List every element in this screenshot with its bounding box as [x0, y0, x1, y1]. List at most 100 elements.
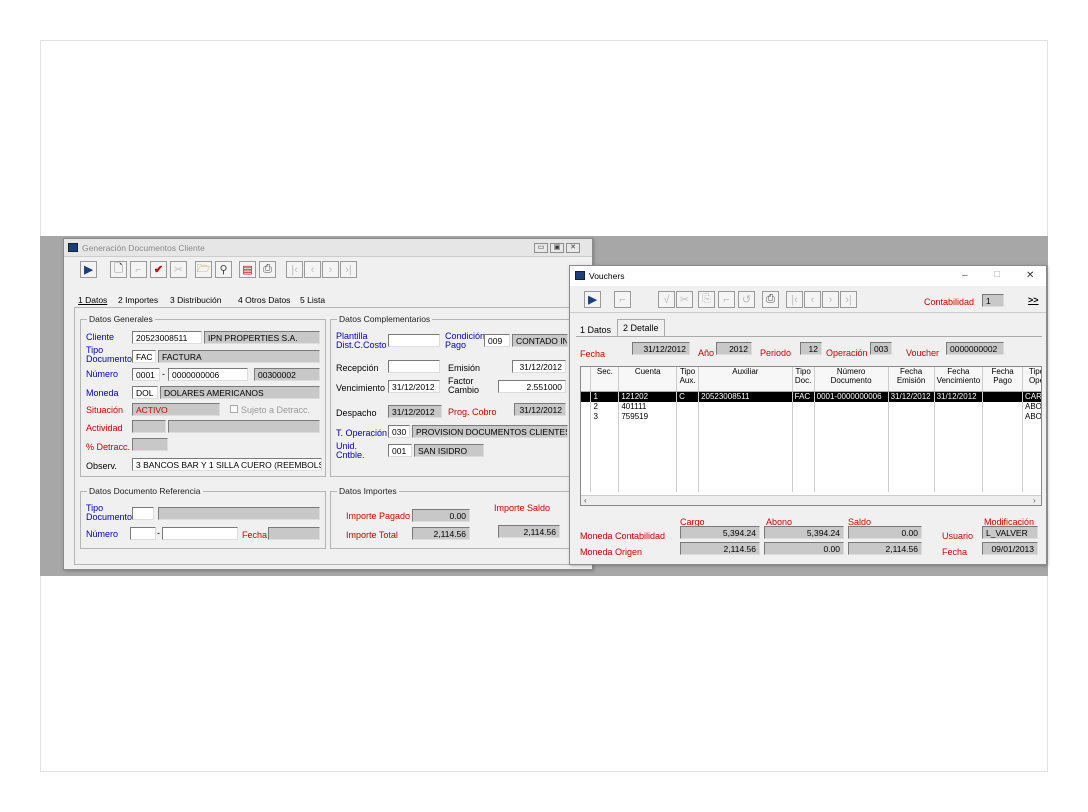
vouchers-close-button[interactable]: ✕ — [1026, 270, 1034, 281]
vouchers-minimize-button[interactable]: – — [962, 270, 968, 281]
sujeto-detracc-checkbox[interactable] — [230, 405, 238, 413]
ref-tipo-code-field[interactable] — [132, 507, 154, 520]
ref-tipo-label: Tipo Documento — [86, 503, 133, 522]
vouchers-cut-icon[interactable]: ✂ — [676, 291, 693, 308]
importe-saldo-label: Importe Saldo — [494, 503, 551, 513]
vouchers-copy-icon[interactable]: ⎘ — [698, 291, 715, 308]
column-header[interactable]: Número Documento — [814, 367, 889, 392]
condicion-code-field[interactable]: 009 — [484, 334, 510, 347]
column-header[interactable]: Tipo Doc. — [792, 367, 815, 392]
factor-cambio-field[interactable]: 2.551000 — [498, 380, 566, 393]
tab-importes[interactable]: 2 Importes — [118, 295, 158, 305]
vouchers-tab-detalle[interactable]: 2 Detalle — [623, 323, 659, 333]
table-row[interactable]: 1 121202 C 20523008511 FAC 0001-00000000… — [581, 391, 1041, 402]
previous-record-icon[interactable]: ‹ — [304, 261, 321, 278]
column-header[interactable]: Cuenta — [618, 367, 678, 392]
report-icon[interactable]: ▤ — [239, 261, 256, 278]
scroll-right-icon[interactable]: › — [1033, 496, 1036, 505]
vouchers-undo-icon[interactable]: ↺ — [738, 291, 755, 308]
column-header[interactable]: Fecha Pago — [982, 367, 1023, 392]
usuario-label: Usuario — [942, 531, 974, 541]
periodo-field: 12 — [800, 342, 822, 355]
close-button[interactable]: ✕ — [566, 243, 580, 253]
recepcion-label: Recepción — [336, 363, 379, 373]
unid-code-field[interactable]: 001 — [388, 444, 412, 457]
vouchers-paste-icon[interactable]: ⌐ — [718, 291, 735, 308]
mon-orig-cargo-field: 2,114.56 — [680, 542, 760, 555]
tab-datos[interactable]: 1 Datos — [78, 295, 107, 305]
usuario-field: L_VALVER — [982, 526, 1038, 539]
vouchers-toolbar: ▶ ⌐ √ ✂ ⎘ ⌐ ↺ ⎙ |‹ ‹ › ›| Contabilidad 1… — [570, 287, 1046, 313]
edit-icon[interactable]: ⌐ — [130, 261, 147, 278]
column-header[interactable]: Auxiliar — [698, 367, 793, 392]
column-header[interactable]: Sec. — [590, 367, 620, 392]
toperacion-name-field: PROVISION DOCUMENTOS CLIENTES - — [412, 425, 568, 438]
table-cell — [814, 411, 889, 422]
numero-serie-field[interactable]: 0001 — [132, 368, 160, 381]
vouchers-last-record-icon[interactable]: ›| — [840, 291, 857, 308]
ref-numero-separator: - — [157, 528, 160, 538]
column-header[interactable]: Tipo Aux. — [676, 367, 700, 392]
horizontal-scrollbar[interactable]: ‹ › — [581, 495, 1041, 505]
actividad-name-field — [168, 420, 320, 433]
column-header[interactable]: Fecha Vencimiento — [934, 367, 984, 392]
importes-heading: Datos Importes — [337, 486, 399, 496]
recepcion-field[interactable] — [388, 360, 440, 373]
open-folder-icon[interactable]: 🗁 — [195, 261, 212, 278]
vouchers-tab-datos[interactable]: 1 Datos — [580, 325, 611, 335]
numero-separator: - — [162, 369, 165, 379]
emision-field[interactable]: 31/12/2012 — [512, 360, 566, 373]
first-record-icon[interactable]: |‹ — [286, 261, 303, 278]
vouchers-exit-icon[interactable]: ▶ — [584, 291, 601, 308]
row-indicator-header — [581, 367, 592, 392]
table-cell: 121202 — [618, 391, 678, 402]
print-icon[interactable]: ⎙ — [259, 261, 276, 278]
vencimiento-field[interactable]: 31/12/2012 — [388, 380, 440, 393]
tab-otros-datos[interactable]: 4 Otros Datos — [238, 295, 290, 305]
cliente-name-field: IPN PROPERTIES S.A. — [204, 331, 320, 344]
observ-field[interactable]: 3 BANCOS BAR Y 1 SILLA CUERO (REEMBOLSO … — [132, 458, 322, 471]
vouchers-print-icon[interactable]: ⎙ — [762, 291, 779, 308]
column-header[interactable]: Tipo Ope — [1022, 367, 1041, 392]
last-record-icon[interactable]: ›| — [340, 261, 357, 278]
unid-name-field: SAN ISIDRO — [414, 444, 484, 457]
table-row[interactable]: 3 759519 ABO — [581, 411, 1041, 422]
operacion-field: 003 — [870, 342, 892, 355]
next-page-button[interactable]: >> — [1028, 295, 1039, 305]
maximize-button[interactable]: ▣ — [550, 243, 564, 253]
minimize-button[interactable]: ▭ — [534, 243, 548, 253]
vouchers-edit-icon[interactable]: ⌐ — [614, 291, 631, 308]
toperacion-code-field[interactable]: 030 — [388, 425, 410, 438]
column-header[interactable]: Fecha Emisión — [888, 367, 935, 392]
actividad-label: Actividad — [86, 423, 123, 433]
exit-icon[interactable]: ▶ — [80, 261, 97, 278]
detracc-label: % Detracc. — [86, 442, 131, 452]
vouchers-next-record-icon[interactable]: › — [822, 291, 839, 308]
ref-tipo-name-field — [158, 507, 320, 520]
anio-label: Año — [698, 348, 715, 358]
new-document-icon[interactable]: 🗋 — [110, 261, 127, 278]
next-record-icon[interactable]: › — [322, 261, 339, 278]
numero-documento-field[interactable]: 0000000006 — [168, 368, 248, 381]
row-indicator — [581, 411, 592, 422]
cut-icon[interactable]: ✂ — [170, 261, 187, 278]
table-row[interactable]: 2 401111 ABO — [581, 401, 1041, 412]
plantilla-field[interactable] — [388, 334, 440, 347]
tab-lista[interactable]: 5 Lista — [300, 295, 325, 305]
approve-checkmark-icon[interactable]: ✔ — [150, 261, 167, 278]
gen-title: Generación Documentos Cliente — [82, 243, 205, 253]
scroll-left-icon[interactable]: ‹ — [584, 496, 587, 505]
ref-numero-field[interactable] — [162, 527, 238, 540]
vouchers-maximize-button[interactable]: □ — [994, 269, 1000, 280]
vouchers-previous-record-icon[interactable]: ‹ — [804, 291, 821, 308]
ref-numero-serie-field[interactable] — [130, 527, 156, 540]
tipo-documento-code-field[interactable]: FAC — [132, 350, 156, 363]
vouchers-first-record-icon[interactable]: |‹ — [786, 291, 803, 308]
vouchers-approve-icon[interactable]: √ — [658, 291, 675, 308]
importe-pagado-label: Importe Pagado — [346, 511, 411, 521]
tab-distribucion[interactable]: 3 Distribución — [170, 295, 222, 305]
moneda-code-field[interactable]: DOL — [132, 386, 158, 399]
row-indicator — [581, 391, 592, 402]
cliente-code-field[interactable]: 20523008511 — [132, 331, 202, 344]
search-icon[interactable]: ⚲ — [215, 261, 232, 278]
